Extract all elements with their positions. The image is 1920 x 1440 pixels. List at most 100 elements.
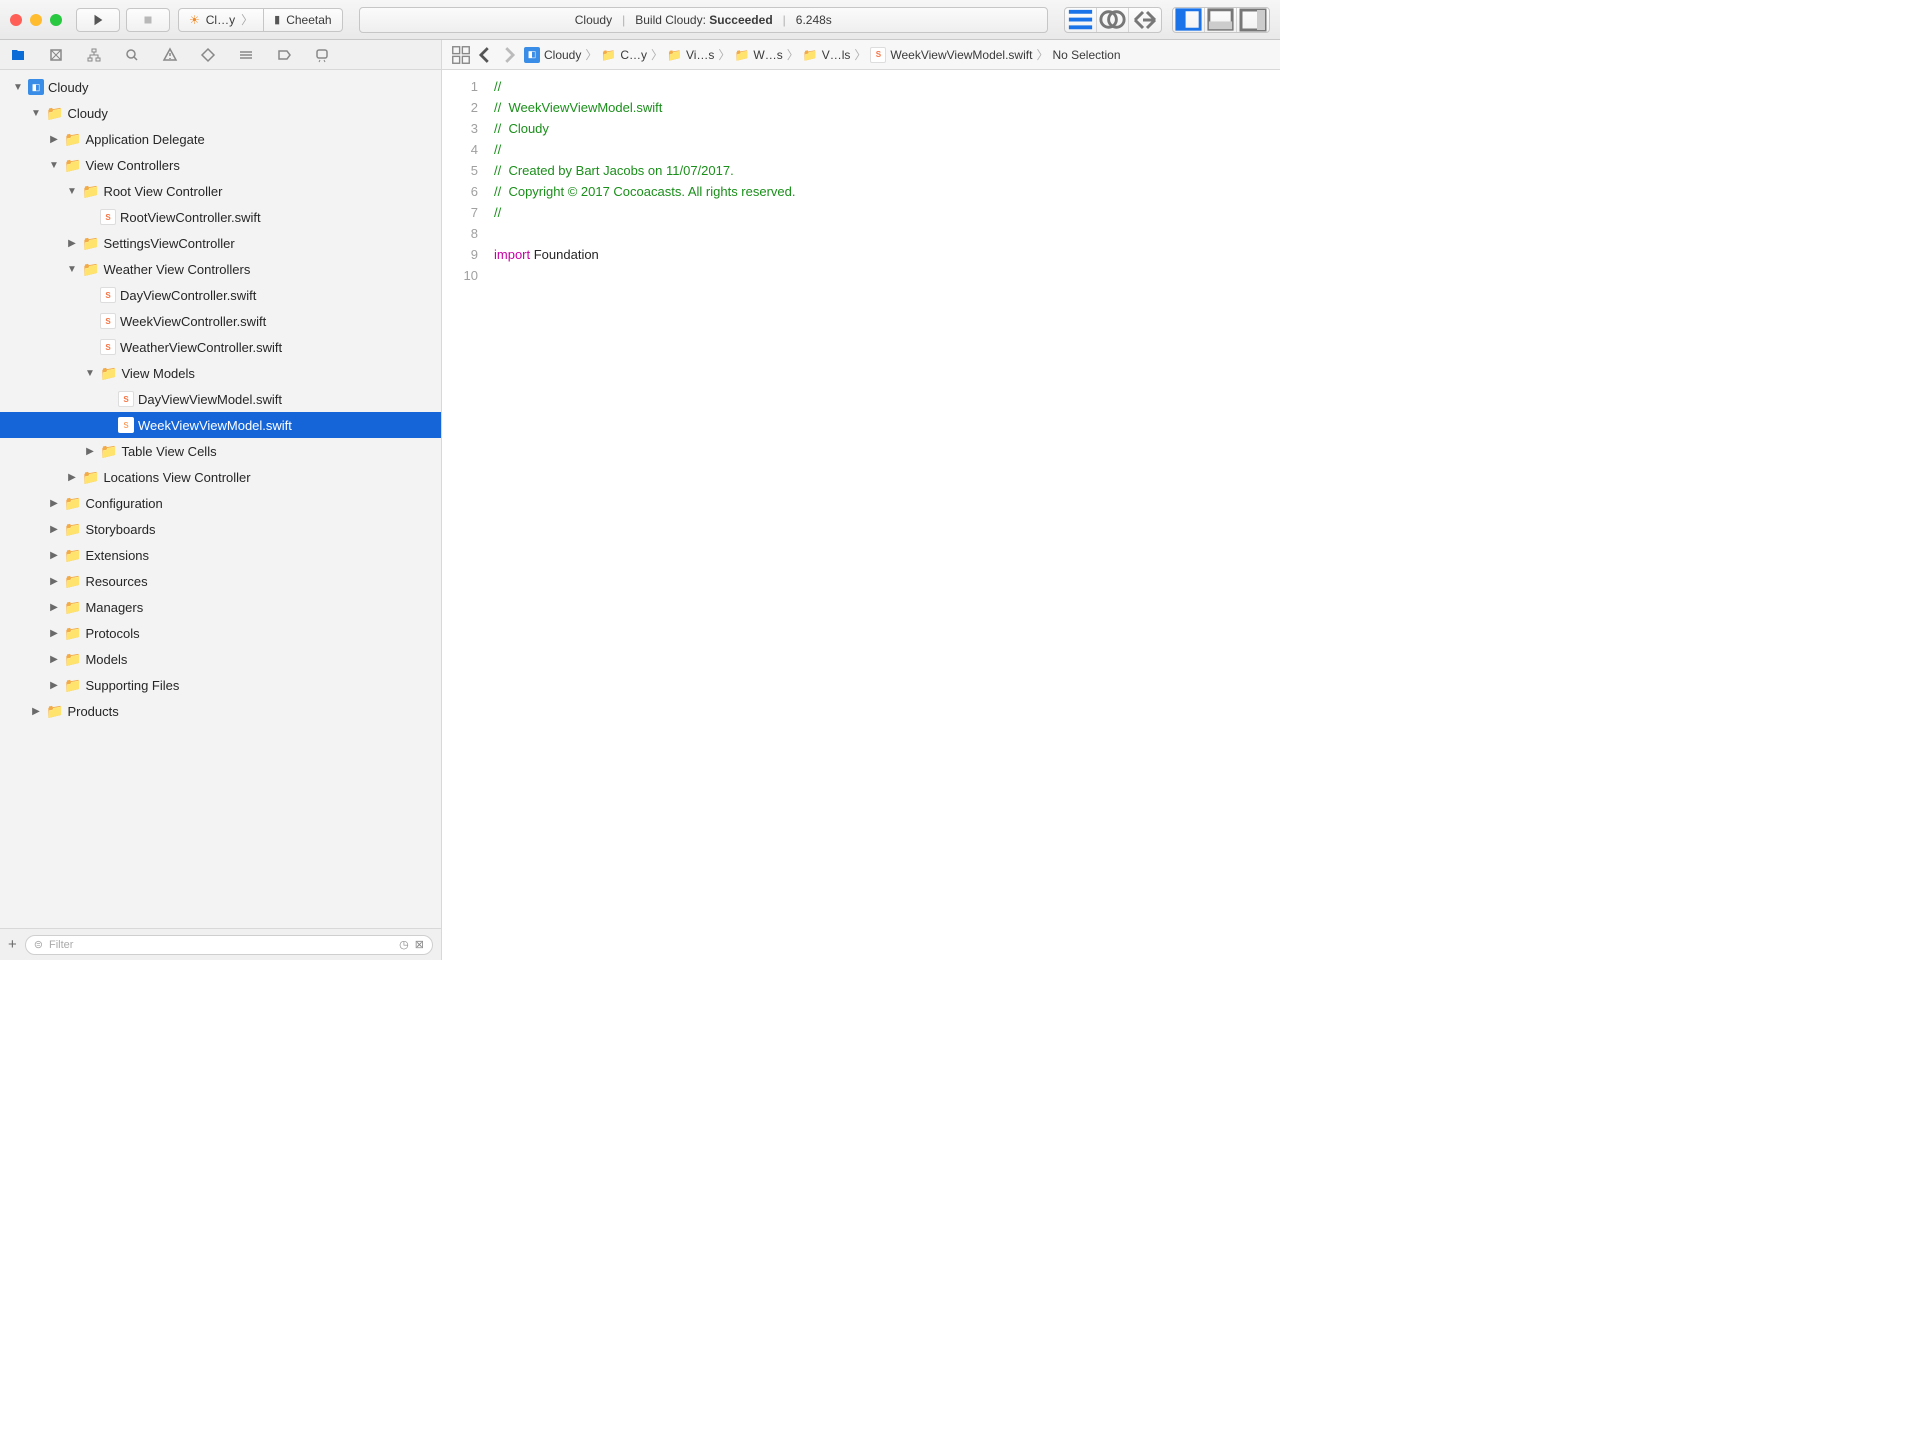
disclosure-icon[interactable]: ▶: [84, 446, 96, 457]
version-editor-button[interactable]: [1129, 8, 1161, 32]
issue-navigator-tab[interactable]: [162, 47, 178, 63]
close-window-button[interactable]: [10, 14, 22, 26]
standard-editor-button[interactable]: [1065, 8, 1097, 32]
project-navigator-tab[interactable]: [10, 47, 26, 63]
related-items-button[interactable]: [450, 44, 472, 66]
tree-row[interactable]: ▶📁Table View Cells: [0, 438, 441, 464]
tree-row[interactable]: ▶📁Supporting Files: [0, 672, 441, 698]
jumpbar-crumb[interactable]: 📁W…s: [732, 48, 784, 62]
tree-row[interactable]: ▶📁Application Delegate: [0, 126, 441, 152]
jumpbar-crumb[interactable]: 📁V…ls: [801, 48, 853, 62]
debug-navigator-tab[interactable]: [238, 47, 254, 63]
crumb-label: C…y: [620, 48, 647, 62]
disclosure-icon[interactable]: ▶: [48, 134, 60, 145]
code-content[interactable]: //// WeekViewViewModel.swift// Cloudy///…: [488, 70, 1280, 960]
nav-forward-button[interactable]: [498, 44, 520, 66]
report-navigator-tab[interactable]: [314, 47, 330, 63]
disclosure-icon[interactable]: ▼: [30, 108, 42, 119]
filter-input[interactable]: ⊜ Filter ◷ ⊠: [25, 935, 433, 955]
scheme-selector[interactable]: ☀ Cl…y 〉 ▮ Cheetah: [178, 8, 343, 32]
disclosure-icon[interactable]: ▶: [48, 680, 60, 691]
disclosure-icon[interactable]: ▼: [66, 186, 78, 197]
run-button[interactable]: [76, 8, 120, 32]
disclosure-icon[interactable]: ▶: [66, 472, 78, 483]
jumpbar-crumb[interactable]: 📁Vi…s: [665, 48, 716, 62]
project-icon: ◧: [28, 79, 44, 95]
toggle-utilities-button[interactable]: [1237, 8, 1269, 32]
tree-row[interactable]: ▼📁View Models: [0, 360, 441, 386]
toggle-navigator-button[interactable]: [1173, 8, 1205, 32]
nav-back-button[interactable]: [474, 44, 496, 66]
activity-status[interactable]: Cloudy | Build Cloudy: Succeeded | 6.248…: [359, 7, 1048, 33]
disclosure-icon[interactable]: ▶: [48, 550, 60, 561]
disclosure-icon[interactable]: ▶: [48, 576, 60, 587]
folder-icon: 📁: [64, 677, 81, 694]
tree-row[interactable]: ▶📁SettingsViewController: [0, 230, 441, 256]
tree-row[interactable]: ▼◧Cloudy: [0, 74, 441, 100]
tree-row[interactable]: ▶📁Storyboards: [0, 516, 441, 542]
tree-row[interactable]: ▶📁Configuration: [0, 490, 441, 516]
add-button[interactable]: +: [8, 936, 17, 953]
tree-item-label: Resources: [85, 574, 147, 589]
tree-row[interactable]: ▶📁Extensions: [0, 542, 441, 568]
chevron-right-icon: 〉: [241, 11, 253, 28]
disclosure-icon[interactable]: ▶: [48, 654, 60, 665]
panel-toggle-segment: [1172, 7, 1270, 33]
tree-row[interactable]: SWeekViewController.swift: [0, 308, 441, 334]
folder-icon: 📁: [64, 157, 81, 174]
minimize-window-button[interactable]: [30, 14, 42, 26]
editor-area: ◧Cloudy〉📁C…y〉📁Vi…s〉📁W…s〉📁V…ls〉SWeekViewV…: [442, 40, 1280, 960]
disclosure-icon[interactable]: ▶: [48, 602, 60, 613]
recent-filter-icon[interactable]: ◷: [399, 938, 409, 951]
disclosure-icon[interactable]: ▶: [30, 706, 42, 717]
hierarchy-navigator-tab[interactable]: [86, 47, 102, 63]
breakpoint-navigator-tab[interactable]: [276, 47, 292, 63]
scheme-button[interactable]: ☀ Cl…y 〉: [178, 8, 264, 32]
toggle-debug-button[interactable]: [1205, 8, 1237, 32]
tree-row[interactable]: SRootViewController.swift: [0, 204, 441, 230]
tree-row[interactable]: ▼📁View Controllers: [0, 152, 441, 178]
filter-placeholder: Filter: [49, 939, 73, 951]
assistant-editor-button[interactable]: [1097, 8, 1129, 32]
jumpbar-crumb[interactable]: SWeekViewViewModel.swift: [868, 47, 1034, 63]
crumb-label: V…ls: [822, 48, 851, 62]
disclosure-icon[interactable]: ▼: [84, 368, 96, 379]
tree-row[interactable]: ▼📁Weather View Controllers: [0, 256, 441, 282]
scm-filter-icon[interactable]: ⊠: [415, 938, 424, 951]
tree-row[interactable]: ▶📁Models: [0, 646, 441, 672]
tree-row[interactable]: ▶📁Products: [0, 698, 441, 724]
disclosure-icon[interactable]: ▼: [66, 264, 78, 275]
tree-item-label: Weather View Controllers: [103, 262, 250, 277]
disclosure-icon[interactable]: ▼: [48, 160, 60, 171]
tree-row[interactable]: ▶📁Protocols: [0, 620, 441, 646]
disclosure-icon[interactable]: ▼: [12, 82, 24, 93]
test-navigator-tab[interactable]: [200, 47, 216, 63]
tree-row[interactable]: SWeekViewViewModel.swift: [0, 412, 441, 438]
tree-row[interactable]: SDayViewViewModel.swift: [0, 386, 441, 412]
jumpbar-crumb[interactable]: No Selection: [1050, 48, 1122, 62]
tree-row[interactable]: SWeatherViewController.swift: [0, 334, 441, 360]
tree-row[interactable]: SDayViewController.swift: [0, 282, 441, 308]
disclosure-icon[interactable]: ▶: [48, 524, 60, 535]
find-navigator-tab[interactable]: [124, 47, 140, 63]
tree-row[interactable]: ▶📁Resources: [0, 568, 441, 594]
stop-button[interactable]: [126, 8, 170, 32]
tree-row[interactable]: ▶📁Locations View Controller: [0, 464, 441, 490]
jumpbar-crumb[interactable]: 📁C…y: [599, 48, 649, 62]
project-tree[interactable]: ▼◧Cloudy▼📁Cloudy▶📁Application Delegate▼📁…: [0, 70, 441, 928]
swift-file-icon: S: [100, 209, 116, 225]
folder-icon: 📁: [46, 703, 63, 720]
disclosure-icon[interactable]: ▶: [48, 628, 60, 639]
disclosure-icon[interactable]: ▶: [66, 238, 78, 249]
source-editor[interactable]: 12345678910 //// WeekViewViewModel.swift…: [442, 70, 1280, 960]
device-button[interactable]: ▮ Cheetah: [264, 8, 342, 32]
crumb-label: W…s: [753, 48, 782, 62]
tree-item-label: DayViewController.swift: [120, 288, 256, 303]
zoom-window-button[interactable]: [50, 14, 62, 26]
tree-row[interactable]: ▶📁Managers: [0, 594, 441, 620]
symbol-navigator-tab[interactable]: [48, 47, 64, 63]
disclosure-icon[interactable]: ▶: [48, 498, 60, 509]
jumpbar-crumb[interactable]: ◧Cloudy: [522, 47, 583, 63]
tree-row[interactable]: ▼📁Cloudy: [0, 100, 441, 126]
tree-row[interactable]: ▼📁Root View Controller: [0, 178, 441, 204]
